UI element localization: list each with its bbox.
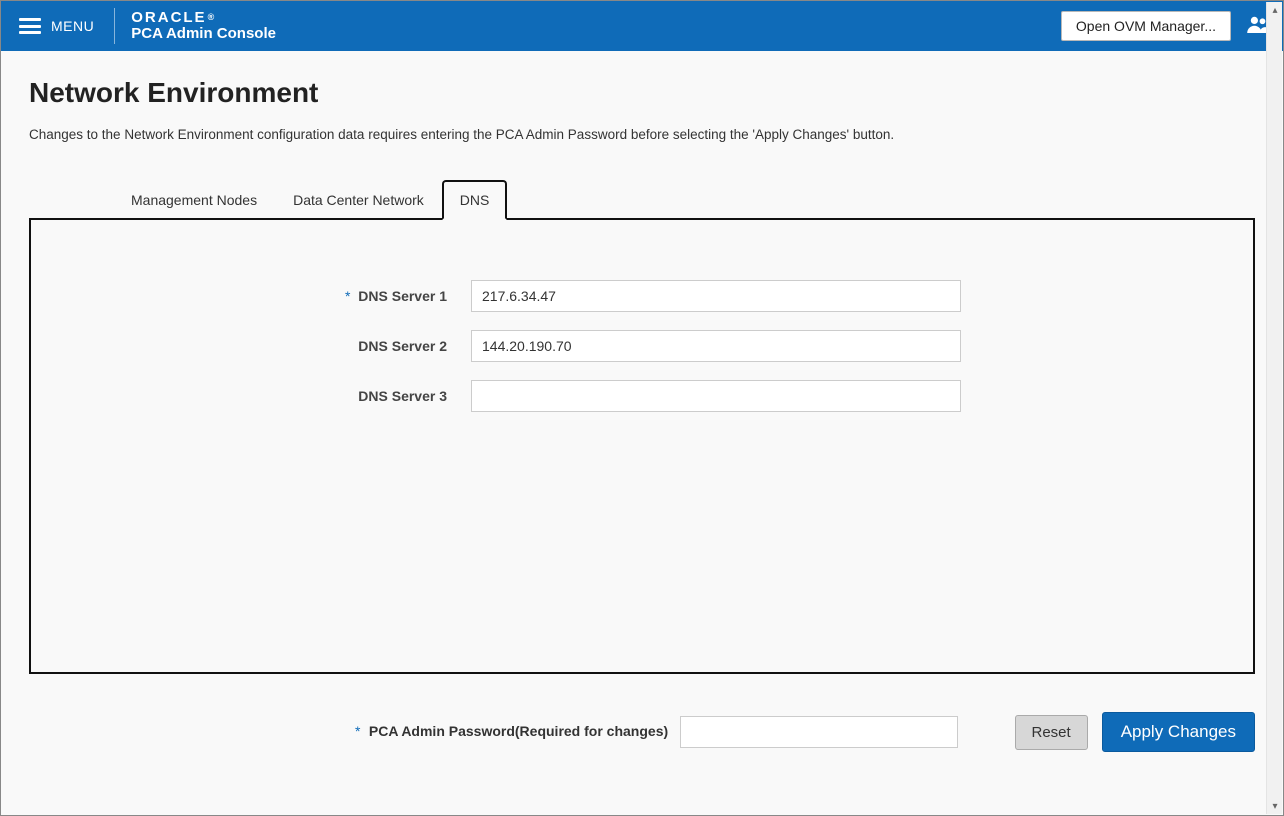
label-dns-server-3: DNS Server 3 xyxy=(358,388,447,404)
brand-subtitle: PCA Admin Console xyxy=(131,26,276,43)
label-dns-server-2: DNS Server 2 xyxy=(358,338,447,354)
brand-logo-text: ORACLE xyxy=(131,10,206,27)
brand-logo: ORACLE® xyxy=(131,10,276,27)
divider xyxy=(114,8,115,44)
reset-button[interactable]: Reset xyxy=(1015,715,1088,750)
label-pca-admin-password: PCA Admin Password(Required for changes) xyxy=(369,723,668,739)
main-content: Network Environment Changes to the Netwo… xyxy=(1,51,1283,772)
page-description: Changes to the Network Environment confi… xyxy=(29,127,1255,142)
required-marker: * xyxy=(345,288,350,304)
row-dns-server-2: DNS Server 2 xyxy=(71,330,1213,362)
scroll-down-icon[interactable]: ▾ xyxy=(1267,798,1283,814)
input-dns-server-1[interactable] xyxy=(471,280,961,312)
input-pca-admin-password[interactable] xyxy=(680,716,958,748)
tab-dns[interactable]: DNS xyxy=(442,180,508,220)
menu-button[interactable]: MENU xyxy=(1,1,112,51)
menu-label: MENU xyxy=(51,18,94,34)
scroll-up-icon[interactable]: ▴ xyxy=(1267,2,1283,18)
tab-container: Management Nodes Data Center Network DNS… xyxy=(29,180,1255,674)
page-title: Network Environment xyxy=(29,77,1255,109)
tab-data-center-network[interactable]: Data Center Network xyxy=(275,180,442,218)
scrollbar[interactable]: ▴ ▾ xyxy=(1266,2,1282,814)
required-marker: * xyxy=(355,723,360,739)
top-bar: MENU ORACLE® PCA Admin Console Open OVM … xyxy=(1,1,1283,51)
row-dns-server-1: * DNS Server 1 xyxy=(71,280,1213,312)
input-dns-server-3[interactable] xyxy=(471,380,961,412)
row-dns-server-3: DNS Server 3 xyxy=(71,380,1213,412)
tab-panel-dns: * DNS Server 1 DNS Server 2 DNS Server 3 xyxy=(29,218,1255,674)
tab-bar: Management Nodes Data Center Network DNS xyxy=(113,180,1255,218)
registered-icon: ® xyxy=(208,13,217,23)
apply-changes-button[interactable]: Apply Changes xyxy=(1102,712,1255,752)
input-dns-server-2[interactable] xyxy=(471,330,961,362)
tab-management-nodes[interactable]: Management Nodes xyxy=(113,180,275,218)
brand-block: ORACLE® PCA Admin Console xyxy=(117,10,276,43)
label-dns-server-1: DNS Server 1 xyxy=(358,288,447,304)
open-ovm-manager-button[interactable]: Open OVM Manager... xyxy=(1061,11,1231,41)
footer-row: * PCA Admin Password(Required for change… xyxy=(29,712,1255,752)
hamburger-icon xyxy=(19,18,41,34)
